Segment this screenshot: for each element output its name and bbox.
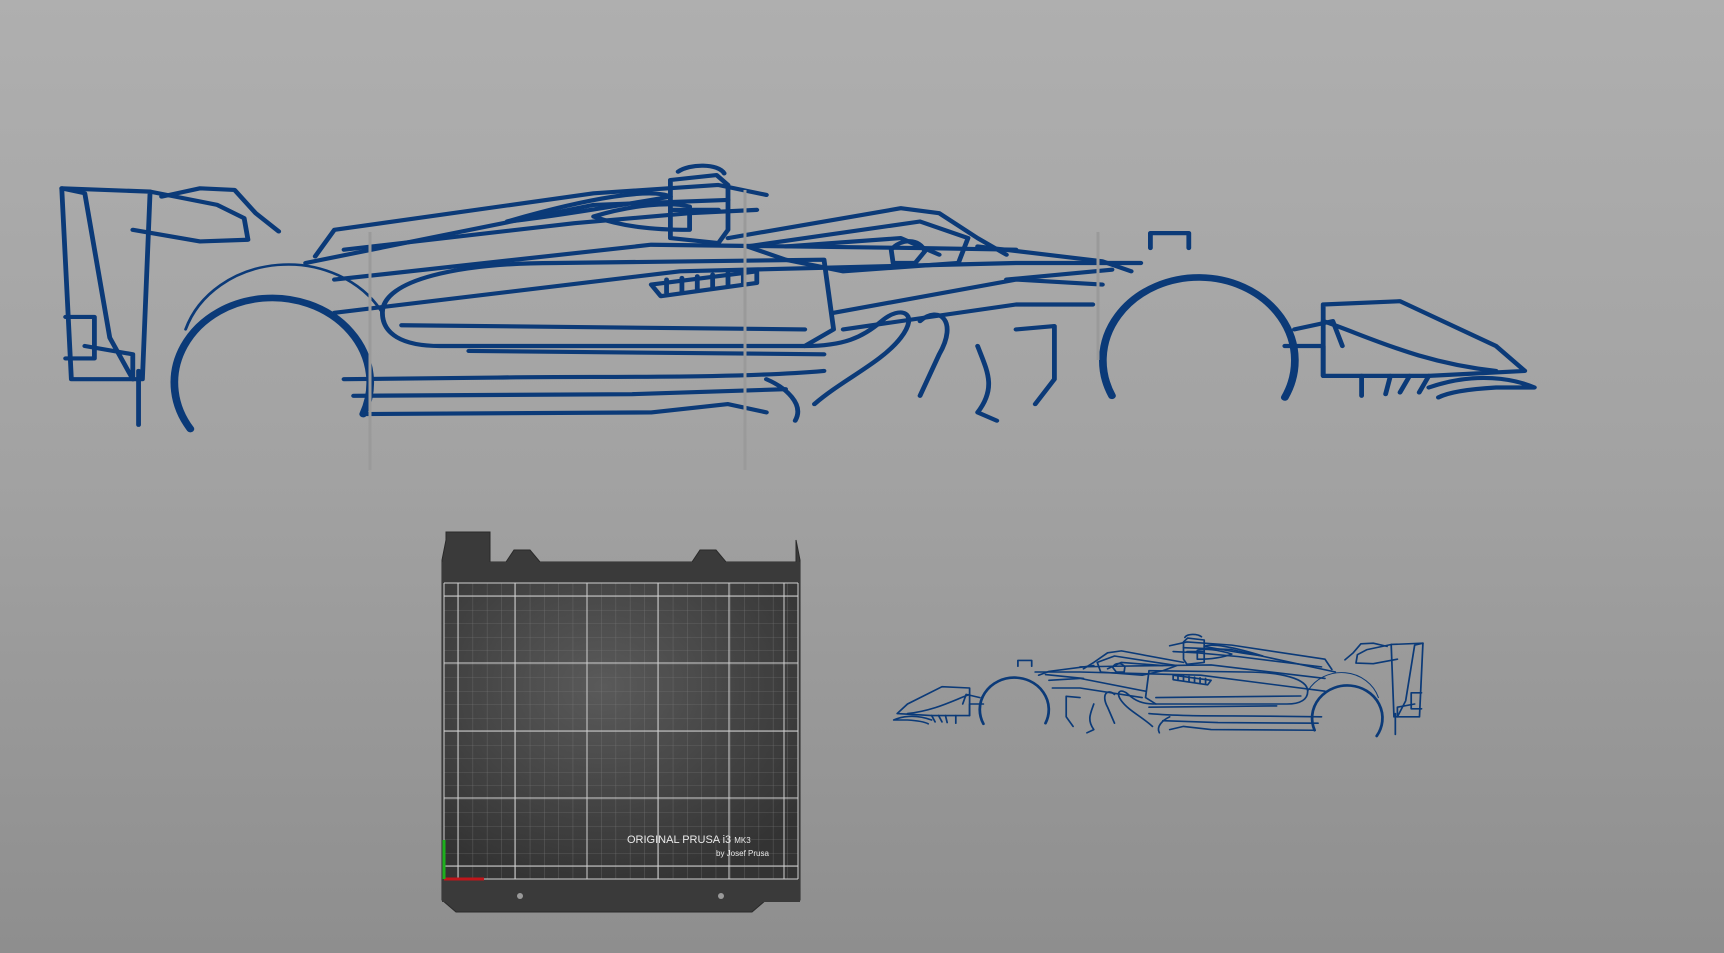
print-bed[interactable]: ORIGINAL PRUSA i3 MK3 by Josef Prusa [441,531,801,913]
bed-screw [517,893,523,899]
bed-screw [718,893,724,899]
3d-viewport[interactable]: ORIGINAL PRUSA i3 MK3 by Josef Prusa [0,0,1724,953]
bed-brand-subtitle: by Josef Prusa [716,849,769,858]
car-model-large[interactable] [62,166,1535,429]
bed-brand-title: ORIGINAL PRUSA i3 MK3 [627,834,751,846]
car-model-small[interactable] [892,633,1425,738]
